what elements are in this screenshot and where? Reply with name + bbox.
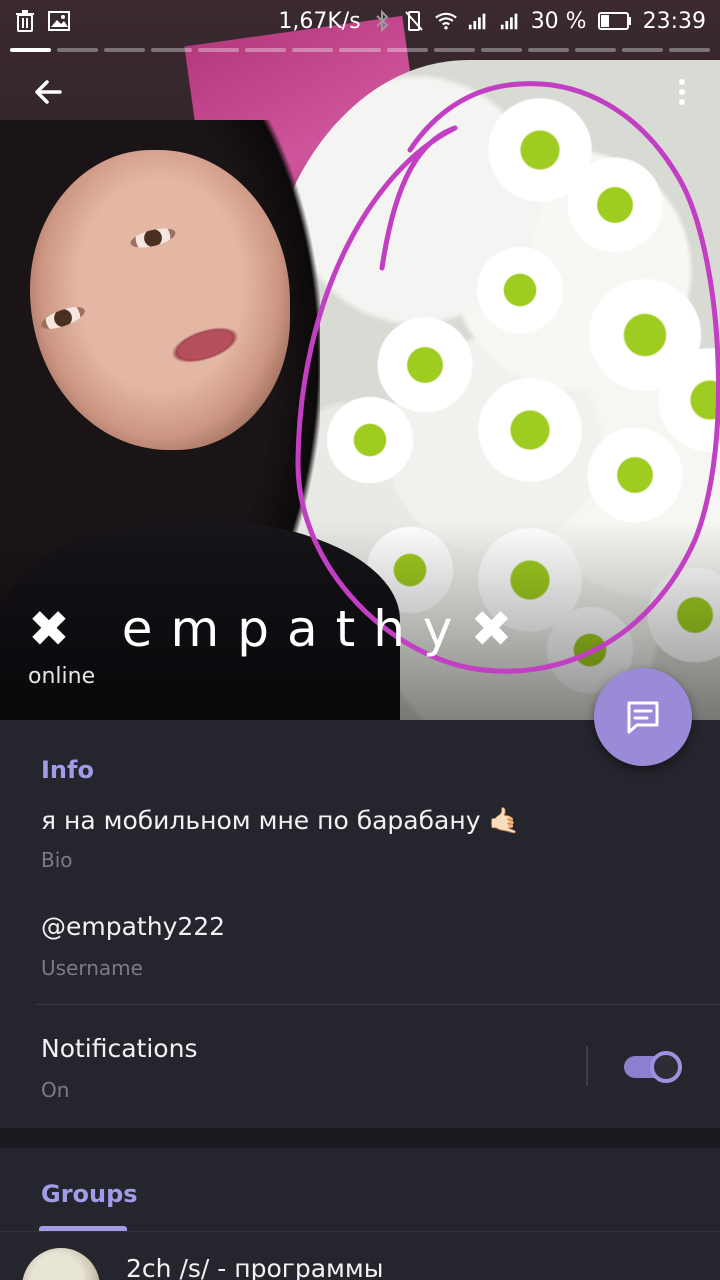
more-options-button[interactable] [670,72,694,112]
story-progress-segment [668,48,710,52]
story-progress-segment [245,48,287,52]
profile-header: ✖ empathy✖ online [28,600,530,689]
story-progress-bar [10,48,710,52]
story-progress-segment [339,48,381,52]
info-section-title: Info [41,756,94,784]
story-progress-segment [151,48,193,52]
message-button[interactable] [594,668,692,766]
username-text[interactable]: @empathy222 [41,912,225,941]
bio-text[interactable]: я на мобильном мне по барабану 🤙🏻 [41,806,520,836]
wifi-icon [434,10,457,32]
story-progress-segment [621,48,663,52]
clock: 23:39 [642,8,706,34]
notifications-toggle[interactable] [622,1050,684,1084]
tab-groups[interactable]: Groups [41,1180,138,1208]
bio-label: Bio [41,848,73,872]
divider [36,1004,720,1005]
story-progress-segment [433,48,475,52]
avatar[interactable] [22,1248,100,1280]
toggle-knob [650,1051,682,1083]
group-item-name[interactable]: 2ch /s/ - программы [126,1254,384,1280]
signal-icon [499,10,521,32]
signal-icon [467,10,489,32]
section-gap [0,1128,720,1148]
back-button[interactable] [28,72,68,112]
story-progress-segment [574,48,616,52]
story-progress-segment [386,48,428,52]
story-progress-segment [10,48,52,52]
tab-separator [0,1231,720,1232]
notifications-state: On [41,1078,70,1102]
profile-status: online [28,664,96,689]
notifications-divider [586,1046,588,1086]
profile-name: ✖ empathy✖ [28,600,531,658]
username-label: Username [41,956,143,980]
more-vertical-icon [679,79,685,105]
story-progress-segment [57,48,99,52]
image-icon [48,10,70,32]
status-bar: 1,67K/s 30 % 23:39 [0,0,720,42]
trash-icon [14,10,36,32]
battery-percent: 30 % [530,8,587,34]
network-speed: 1,67K/s [278,8,361,34]
story-progress-segment [480,48,522,52]
chat-icon [627,701,659,734]
back-arrow-icon [35,80,62,104]
battery-icon [597,10,633,32]
bluetooth-icon [371,10,393,32]
vibrate-off-icon [403,10,425,32]
groups-section: Groups 2ch /s/ - программы [0,1148,720,1280]
notifications-title[interactable]: Notifications [41,1034,197,1063]
story-progress-segment [198,48,240,52]
story-progress-segment [527,48,569,52]
story-progress-segment [104,48,146,52]
story-progress-segment [292,48,334,52]
top-bar [0,60,720,124]
